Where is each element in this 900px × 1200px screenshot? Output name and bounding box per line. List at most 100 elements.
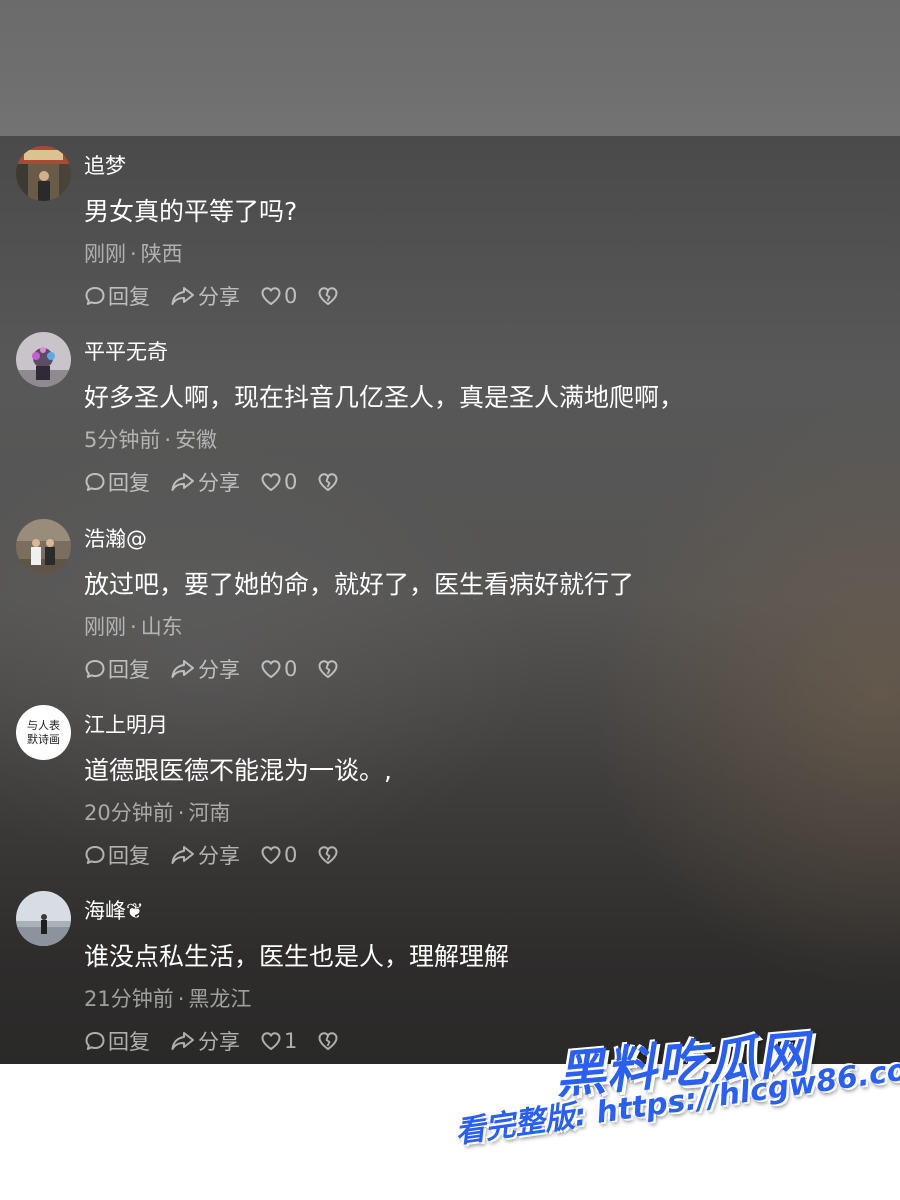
reply-bubble-icon bbox=[85, 660, 105, 678]
like-button[interactable]: 0 bbox=[260, 843, 297, 867]
broken-heart-icon bbox=[318, 1032, 338, 1050]
comment-meta: 5分钟前 · 安徽 bbox=[84, 424, 217, 454]
heart-icon bbox=[261, 473, 281, 491]
dislike-button[interactable] bbox=[317, 1030, 341, 1052]
share-button[interactable]: 分享 bbox=[170, 1026, 240, 1056]
share-arrow-icon bbox=[171, 846, 194, 864]
avatar[interactable] bbox=[16, 146, 71, 201]
comment-actions: 回复 分享 0 bbox=[84, 841, 341, 869]
comment-username[interactable]: 追梦 bbox=[84, 150, 126, 180]
comment-meta: 刚刚 · 山东 bbox=[84, 611, 183, 641]
dislike-button[interactable] bbox=[317, 658, 341, 680]
reply-button[interactable]: 回复 bbox=[84, 467, 150, 497]
like-button[interactable]: 0 bbox=[260, 657, 297, 681]
share-button[interactable]: 分享 bbox=[170, 281, 240, 311]
like-count: 1 bbox=[284, 1029, 298, 1053]
comment-username[interactable]: 平平无奇 bbox=[84, 336, 168, 366]
comment-actions: 回复 分享 1 bbox=[84, 1027, 341, 1055]
reply-label: 回复 bbox=[108, 844, 150, 868]
comment-time: 20分钟前 bbox=[84, 801, 174, 825]
avatar-calligraphy-line-2: 默诗画 bbox=[27, 732, 60, 746]
comment-time: 5分钟前 bbox=[84, 428, 161, 452]
dislike-button[interactable] bbox=[317, 285, 341, 307]
separator-dot: · bbox=[177, 801, 185, 825]
share-label: 分享 bbox=[198, 658, 240, 682]
comment-location: 陕西 bbox=[140, 242, 183, 266]
broken-heart-icon bbox=[318, 287, 338, 305]
separator-dot: · bbox=[177, 987, 185, 1011]
share-button[interactable]: 分享 bbox=[170, 654, 240, 684]
reply-bubble-icon bbox=[85, 846, 105, 864]
comment-item: 追梦 男女真的平等了吗? 刚刚 · 陕西 回复 分享 0 bbox=[0, 136, 900, 322]
avatar-calligraphy-line-1: 与人表 bbox=[27, 718, 60, 732]
comment-meta: 21分钟前 · 黑龙江 bbox=[84, 983, 251, 1013]
reply-bubble-icon bbox=[85, 1032, 105, 1050]
share-arrow-icon bbox=[171, 660, 194, 678]
comment-actions: 回复 分享 0 bbox=[84, 655, 341, 683]
reply-bubble-icon bbox=[85, 473, 105, 491]
comment-username[interactable]: 海峰❦ bbox=[84, 895, 144, 925]
share-label: 分享 bbox=[198, 1030, 240, 1054]
heart-icon bbox=[261, 1032, 281, 1050]
avatar[interactable] bbox=[16, 891, 71, 946]
reply-label: 回复 bbox=[108, 658, 150, 682]
broken-heart-icon bbox=[318, 473, 338, 491]
comment-item: 浩瀚@ 放过吧，要了她的命，就好了，医生看病好就行了 刚刚 · 山东 回复 分享 0 bbox=[0, 509, 900, 695]
dislike-button[interactable] bbox=[317, 844, 341, 866]
like-count: 0 bbox=[284, 843, 298, 867]
comment-username[interactable]: 江上明月 bbox=[84, 709, 168, 739]
like-count: 0 bbox=[284, 657, 298, 681]
like-button[interactable]: 0 bbox=[260, 470, 297, 494]
comment-actions: 回复 分享 0 bbox=[84, 282, 341, 310]
share-arrow-icon bbox=[171, 473, 194, 491]
comment-location: 安徽 bbox=[175, 428, 218, 452]
reply-label: 回复 bbox=[108, 471, 150, 495]
like-count: 0 bbox=[284, 470, 298, 494]
reply-button[interactable]: 回复 bbox=[84, 1026, 150, 1056]
reply-button[interactable]: 回复 bbox=[84, 281, 150, 311]
comment-item: 与人表 默诗画 江上明月 道德跟医德不能混为一谈。, 20分钟前 · 河南 回复 分… bbox=[0, 695, 900, 881]
comment-item: 平平无奇 好多圣人啊，现在抖音几亿圣人，真是圣人满地爬啊， 5分钟前 · 安徽 回复… bbox=[0, 322, 900, 508]
reply-button[interactable]: 回复 bbox=[84, 840, 150, 870]
comment-location: 河南 bbox=[188, 801, 231, 825]
share-arrow-icon bbox=[171, 287, 194, 305]
comment-time: 刚刚 bbox=[84, 242, 126, 266]
reply-label: 回复 bbox=[108, 1030, 150, 1054]
video-background-area bbox=[0, 0, 900, 136]
comment-text: 谁没点私生活，医生也是人，理解理解 bbox=[84, 942, 510, 971]
comment-username[interactable]: 浩瀚@ bbox=[84, 523, 147, 553]
share-label: 分享 bbox=[198, 844, 240, 868]
separator-dot: · bbox=[164, 428, 172, 452]
heart-icon bbox=[261, 846, 281, 864]
heart-icon bbox=[261, 287, 281, 305]
share-button[interactable]: 分享 bbox=[170, 467, 240, 497]
reply-button[interactable]: 回复 bbox=[84, 654, 150, 684]
share-label: 分享 bbox=[198, 471, 240, 495]
dislike-button[interactable] bbox=[317, 471, 341, 493]
comment-time: 21分钟前 bbox=[84, 987, 174, 1011]
comment-text: 放过吧，要了她的命，就好了，医生看病好就行了 bbox=[84, 570, 635, 599]
heart-icon bbox=[261, 660, 281, 678]
avatar[interactable] bbox=[16, 332, 71, 387]
comment-text: 道德跟医德不能混为一谈。, bbox=[84, 756, 392, 785]
like-count: 0 bbox=[284, 284, 298, 308]
like-button[interactable]: 0 bbox=[260, 284, 297, 308]
avatar[interactable] bbox=[16, 519, 71, 574]
comment-time: 刚刚 bbox=[84, 615, 126, 639]
reply-label: 回复 bbox=[108, 285, 150, 309]
comment-location: 山东 bbox=[140, 615, 183, 639]
comments-panel: 追梦 男女真的平等了吗? 刚刚 · 陕西 回复 分享 0 平平无奇 好多圣人啊，… bbox=[0, 136, 900, 1064]
separator-dot: · bbox=[130, 615, 137, 639]
comment-actions: 回复 分享 0 bbox=[84, 468, 341, 496]
reply-bubble-icon bbox=[85, 287, 105, 305]
comment-text: 好多圣人啊，现在抖音几亿圣人，真是圣人满地爬啊， bbox=[84, 383, 685, 412]
comment-text: 男女真的平等了吗? bbox=[84, 197, 298, 226]
share-arrow-icon bbox=[171, 1032, 194, 1050]
comment-meta: 20分钟前 · 河南 bbox=[84, 797, 230, 827]
avatar[interactable]: 与人表 默诗画 bbox=[16, 705, 71, 760]
like-button[interactable]: 1 bbox=[260, 1029, 297, 1053]
broken-heart-icon bbox=[318, 846, 338, 864]
share-button[interactable]: 分享 bbox=[170, 840, 240, 870]
comment-meta: 刚刚 · 陕西 bbox=[84, 238, 183, 268]
broken-heart-icon bbox=[318, 660, 338, 678]
